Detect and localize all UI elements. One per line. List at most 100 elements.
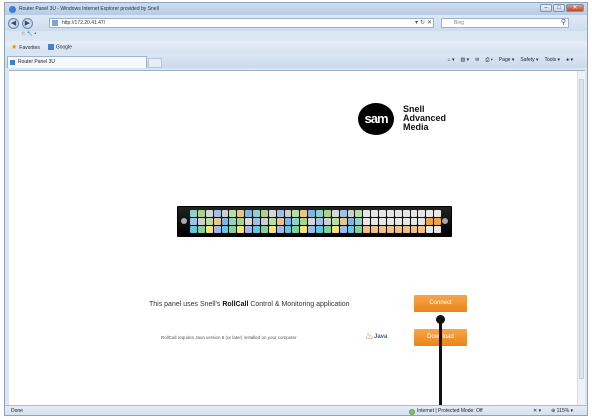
window-controls: – □ ✕ — [540, 4, 584, 12]
panel-key — [284, 210, 292, 217]
panel-key — [426, 226, 434, 233]
tab-router-panel[interactable]: Router Panel 3U — [7, 56, 147, 68]
favorites-bar: ★ Favorites Google — [5, 41, 587, 53]
home-icon[interactable]: ⌂ ▾ — [448, 57, 455, 63]
mail-icon[interactable]: ✉ — [475, 57, 479, 63]
tools-menu[interactable]: Tools ▾ — [545, 57, 561, 63]
navigation-bar: ◀ ▶ http://172.20.41.47/ ▾↻✕ Bing ⚲ — [5, 15, 587, 31]
forward-button[interactable]: ▶ — [22, 17, 33, 29]
java-requirement-note: RollCall requires Java version 8 (or lat… — [161, 335, 297, 340]
panel-key — [229, 218, 237, 225]
security-zone[interactable]: Internet | Protected Mode: Off — [409, 406, 483, 415]
search-input[interactable]: Bing ⚲ — [441, 18, 569, 28]
panel-key — [323, 218, 331, 225]
zoom-control[interactable]: ⊕ 115% ▾ — [551, 406, 573, 415]
safety-menu[interactable]: Safety ▾ — [520, 57, 538, 63]
back-button[interactable]: ◀ — [8, 17, 19, 29]
panel-key — [371, 218, 378, 225]
panel-key — [394, 210, 402, 217]
panel-key — [363, 218, 371, 225]
panel-key — [363, 226, 371, 233]
vertical-scrollbar[interactable] — [577, 71, 585, 405]
panel-key — [386, 226, 394, 233]
panel-key — [205, 218, 213, 225]
help-menu[interactable]: ● ▾ — [566, 57, 573, 63]
panel-key — [339, 226, 347, 233]
minimize-button[interactable]: – — [540, 4, 552, 12]
panel-key — [260, 210, 268, 217]
annotation-pointer-line — [439, 319, 442, 409]
command-bar: ⌂ ▾ ▨ ▾ ✉ ⎙ ▾ Page ▾ Safety ▾ Tools ▾ ● … — [448, 57, 573, 63]
panel-key — [347, 218, 355, 225]
panel-key — [386, 218, 394, 225]
panel-key — [197, 210, 205, 217]
panel-key — [418, 210, 426, 217]
panel-key — [410, 218, 418, 225]
address-bar[interactable]: http://172.20.41.47/ — [49, 18, 434, 28]
panel-key — [363, 210, 371, 217]
panel-key — [213, 218, 221, 225]
screw-icon — [442, 218, 448, 224]
panel-key — [190, 210, 197, 217]
feeds-icon[interactable]: ▨ ▾ — [461, 57, 470, 63]
panel-key — [205, 210, 213, 217]
tab-row: Router Panel 3U ⌂ ▾ ▨ ▾ ✉ ⎙ ▾ Page ▾ Saf… — [5, 54, 587, 68]
panel-key — [339, 218, 347, 225]
panel-description: This panel uses Snell's RollCall Control… — [149, 301, 350, 308]
panel-key — [229, 226, 237, 233]
panel-key — [371, 226, 378, 233]
panel-key — [355, 210, 363, 217]
panel-key — [316, 226, 323, 233]
panel-key — [197, 218, 205, 225]
logo-line-3: Media — [403, 122, 429, 132]
panel-key — [284, 226, 292, 233]
panel-key — [292, 218, 300, 225]
panel-key — [229, 210, 237, 217]
close-button[interactable]: ✕ — [566, 4, 584, 12]
connect-button[interactable]: Connect — [414, 295, 467, 312]
panel-key — [331, 226, 339, 233]
panel-key — [276, 210, 284, 217]
panel-key — [300, 210, 308, 217]
page-menu[interactable]: Page ▾ — [499, 57, 515, 63]
refresh-stop-icons[interactable]: ▾↻✕ — [415, 19, 434, 26]
ie-icon — [9, 5, 16, 13]
java-cup-icon: ♨ — [365, 331, 374, 342]
favorites-button[interactable]: ★ Favorites — [11, 43, 40, 51]
panel-key — [323, 210, 331, 217]
panel-key — [284, 218, 292, 225]
panel-key — [260, 226, 268, 233]
panel-key — [316, 218, 323, 225]
command-row[interactable]: ☆ 🔧 • — [5, 31, 587, 40]
panel-key — [292, 210, 300, 217]
panel-key — [245, 226, 252, 233]
maximize-button[interactable]: □ — [553, 4, 565, 12]
panel-key — [245, 218, 252, 225]
panel-key — [205, 226, 213, 233]
search-icon[interactable]: ⚲ — [561, 19, 566, 27]
page-content: sam Snell Advanced Media This panel uses… — [9, 70, 585, 409]
panel-key — [355, 218, 363, 225]
google-favorite-link[interactable]: Google — [47, 43, 72, 50]
annotation-pointer-dot — [436, 315, 445, 324]
panel-key — [426, 210, 434, 217]
java-label: Java — [374, 334, 388, 340]
panel-key — [394, 218, 402, 225]
protected-mode-icon[interactable]: ✕ ▾ — [533, 406, 541, 415]
panel-key — [276, 226, 284, 233]
title-bar: Router Panel 3U - Windows Internet Explo… — [5, 3, 587, 15]
new-tab-button[interactable] — [148, 58, 162, 68]
panel-key — [237, 226, 245, 233]
print-icon[interactable]: ⎙ ▾ — [485, 57, 493, 63]
panel-key — [402, 218, 410, 225]
panel-key — [410, 210, 418, 217]
panel-key — [347, 226, 355, 233]
panel-key — [190, 226, 197, 233]
star-icon: ★ — [11, 44, 18, 51]
rollcall-brand: RollCall — [222, 301, 249, 308]
panel-key — [308, 226, 315, 233]
panel-key — [371, 210, 378, 217]
panel-key — [221, 210, 229, 217]
panel-key — [379, 218, 386, 225]
scrollbar-thumb[interactable] — [579, 79, 584, 379]
